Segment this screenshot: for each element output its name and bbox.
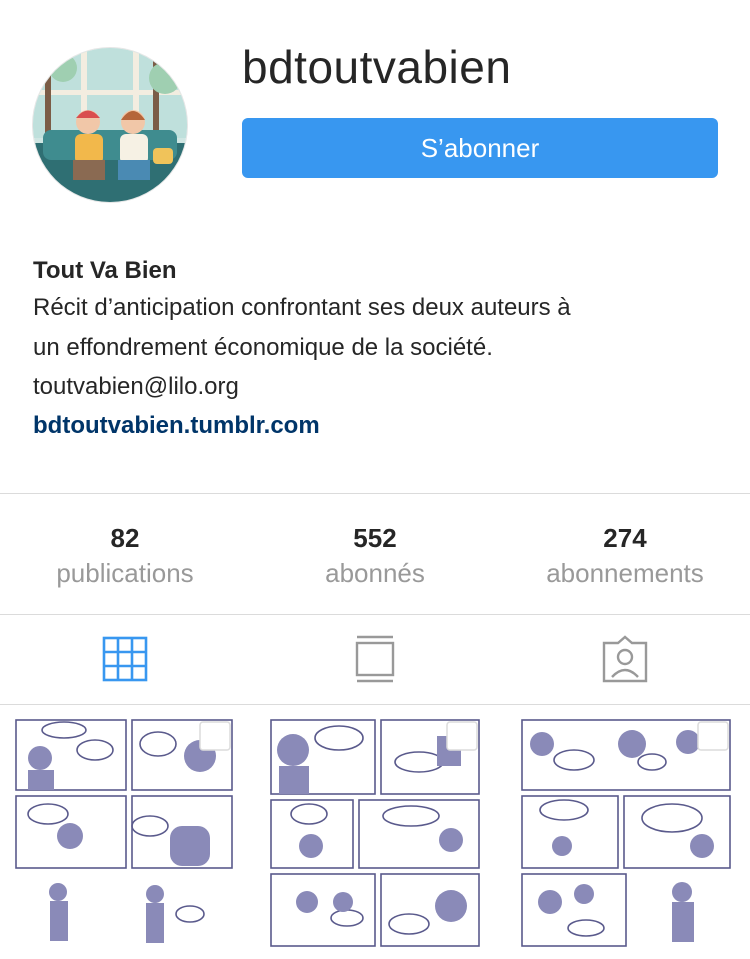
stat-followers-label: abonnés [325,558,425,588]
tab-feed[interactable] [250,614,500,704]
posts-grid [0,706,750,959]
stat-publications: 82 publications [0,494,250,614]
bio-description-line-2: un effondrement économique de la société… [33,334,493,361]
post-thumbnail[interactable] [251,706,499,959]
multi-photo-icon [199,721,231,751]
bio-description-line-1: Récit d’anticipation confrontant ses deu… [33,294,571,321]
tab-tagged[interactable] [500,614,750,704]
multi-photo-icon [697,721,729,751]
multi-photo-icon [446,721,478,751]
stat-following-label: abonnements [546,558,704,588]
stat-following-count: 274 [603,523,647,553]
bio-website-link[interactable]: bdtoutvabien.tumblr.com [33,406,723,446]
grid-icon [102,636,148,682]
stat-publications-label: publications [56,558,194,588]
follow-button[interactable]: S’abonner [242,118,718,178]
profile-stats: 82 publications 552 abonnés 274 abonneme… [0,493,750,615]
post-thumbnail[interactable] [502,706,750,959]
stat-followers-count: 552 [353,523,397,553]
bio-name: Tout Va Bien [33,257,177,284]
profile-avatar[interactable] [32,47,188,203]
tagged-icon [602,635,648,683]
profile-bio: Tout Va Bien Récit d’anticipation confro… [33,254,723,446]
tab-grid[interactable] [0,614,250,704]
stat-publications-count: 82 [110,523,140,553]
profile-view-tabs [0,614,750,705]
stat-followers[interactable]: 552 abonnés [250,494,500,614]
feed-icon [355,635,395,683]
stat-following[interactable]: 274 abonnements [500,494,750,614]
bio-email: toutvabien@lilo.org [33,373,239,400]
post-thumbnail[interactable] [0,706,248,959]
profile-username: bdtoutvabien [242,41,512,93]
